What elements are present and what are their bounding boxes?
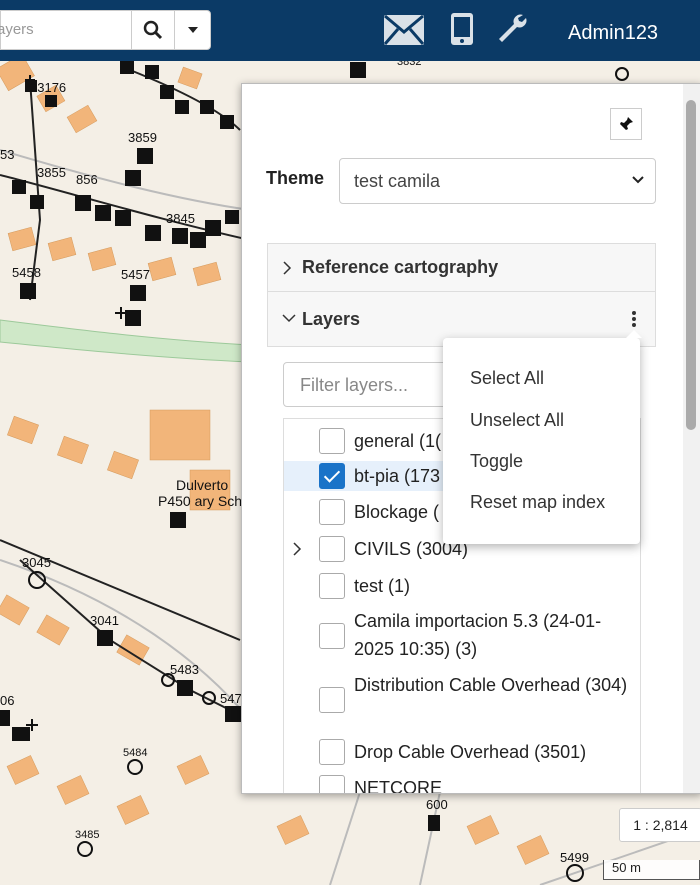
- map-label: 06: [0, 693, 15, 708]
- menu-item-reset-map-index[interactable]: Reset map index: [470, 492, 605, 513]
- expand-chevron-icon[interactable]: [292, 542, 302, 556]
- layer-label: bt-pia (173: [354, 466, 441, 486]
- mobile-icon: [451, 13, 473, 45]
- map-label: 3855: [37, 165, 66, 180]
- layers-actions-menu: Select All Unselect All Toggle Reset map…: [443, 330, 642, 544]
- layer-checkbox[interactable]: [319, 499, 345, 525]
- chevron-down-icon: [632, 176, 644, 184]
- scale-bar: 50 m: [603, 860, 700, 880]
- layer-row[interactable]: Drop Cable Overhead (3501): [284, 737, 640, 771]
- map-label: 3045: [22, 555, 51, 570]
- theme-value: test camila: [354, 171, 441, 191]
- map-label: 5483: [170, 662, 199, 677]
- reference-cartography-title: Reference cartography: [302, 257, 499, 277]
- menu-item-toggle[interactable]: Toggle: [470, 451, 523, 472]
- map-label: Dulverto: [176, 477, 229, 493]
- map-label: 600: [426, 797, 448, 812]
- panel-scrollbar[interactable]: [683, 84, 700, 793]
- mobile-button[interactable]: [450, 12, 474, 51]
- layer-checkbox[interactable]: [319, 428, 345, 454]
- map-label: 5458: [12, 265, 41, 280]
- map-label: 3859: [128, 130, 157, 145]
- map-label: 5499: [560, 850, 589, 865]
- scale-ratio: 1 : 2,814: [619, 808, 700, 842]
- filter-layers-input[interactable]: Filter layers...: [283, 362, 463, 407]
- map-label: 547: [220, 691, 242, 706]
- layer-label: NETCORE: [354, 778, 443, 794]
- layer-checkbox[interactable]: [319, 623, 345, 649]
- layer-label: Camila importacion 5.3 (24-01-2025 10:35…: [354, 611, 602, 659]
- map-label: 3485: [75, 829, 100, 841]
- menu-item-unselect-all[interactable]: Unselect All: [470, 410, 564, 431]
- layers-title: Layers: [302, 309, 361, 329]
- map-label: 33176: [30, 80, 67, 95]
- search-button[interactable]: [131, 10, 175, 50]
- search-icon: [143, 20, 163, 40]
- layer-row[interactable]: Camila importacion 5.3 (24-01-2025 10:35…: [284, 607, 640, 671]
- map-label: 53: [0, 147, 15, 162]
- mail-button[interactable]: [383, 14, 425, 51]
- wrench-icon: [499, 14, 527, 42]
- user-menu[interactable]: Admin123: [568, 22, 658, 45]
- search-options-button[interactable]: [174, 10, 211, 50]
- layer-row[interactable]: NETCORE: [284, 773, 640, 794]
- layer-checkbox[interactable]: [319, 463, 345, 489]
- filter-placeholder: Filter layers...: [300, 375, 409, 395]
- search-placeholder: ayers: [0, 21, 34, 38]
- map-label: 5457: [121, 267, 150, 282]
- layer-checkbox[interactable]: [319, 775, 345, 793]
- pin-icon: [619, 117, 633, 131]
- chevron-right-icon: [283, 261, 292, 275]
- layer-checkbox[interactable]: [319, 739, 345, 765]
- layer-search-input[interactable]: ayers: [0, 10, 132, 50]
- layer-checkbox[interactable]: [319, 573, 345, 599]
- layer-row[interactable]: test (1): [284, 571, 640, 607]
- theme-label: Theme: [266, 168, 325, 188]
- caret-down-icon: [187, 27, 198, 33]
- scrollbar-thumb[interactable]: [686, 100, 696, 430]
- layer-checkbox[interactable]: [319, 687, 345, 713]
- layer-label: Distribution Cable Overhead (304): [354, 675, 628, 695]
- layer-label: Blockage (: [354, 502, 440, 522]
- chevron-down-icon: [282, 314, 296, 323]
- map-label: 3845: [166, 211, 195, 226]
- layer-label: general (1(: [354, 431, 442, 451]
- map-label: 856: [76, 172, 98, 187]
- map-label: 5484: [123, 747, 148, 759]
- map-label: 3041: [90, 613, 119, 628]
- top-bar: ayers Admin123: [0, 0, 700, 61]
- layer-row[interactable]: Distribution Cable Overhead (304): [284, 671, 640, 735]
- layer-label: Drop Cable Overhead (3501): [354, 742, 587, 762]
- layer-checkbox[interactable]: [319, 536, 345, 562]
- tools-button[interactable]: [496, 12, 528, 49]
- mail-icon: [383, 14, 425, 45]
- kebab-menu-icon: [632, 311, 636, 327]
- pin-button[interactable]: [610, 108, 642, 140]
- theme-select[interactable]: test camila: [339, 158, 656, 204]
- menu-item-select-all[interactable]: Select All: [470, 368, 544, 389]
- reference-cartography-section[interactable]: Reference cartography: [267, 243, 656, 292]
- layer-label: test (1): [354, 576, 411, 596]
